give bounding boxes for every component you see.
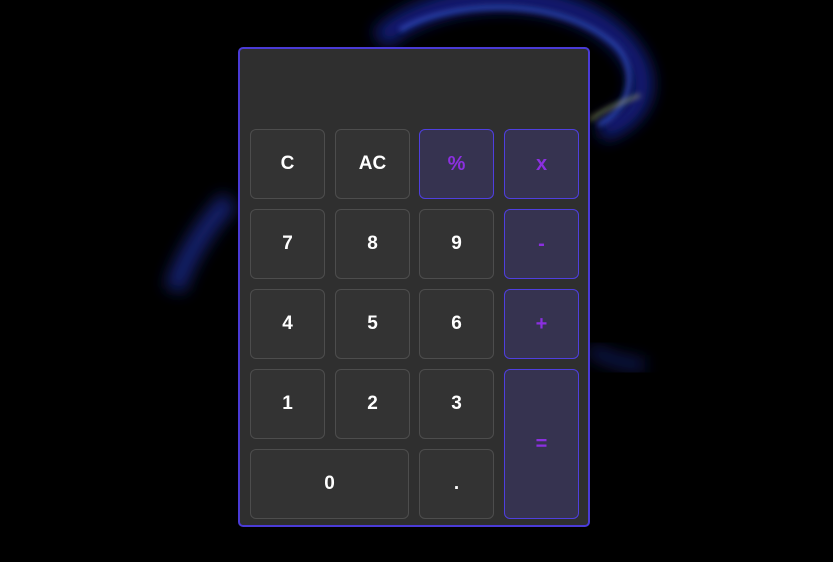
equals-button[interactable]: = — [504, 369, 579, 519]
eight-button[interactable]: 8 — [335, 209, 410, 279]
four-button[interactable]: 4 — [250, 289, 325, 359]
seven-button[interactable]: 7 — [250, 209, 325, 279]
zero-button[interactable]: 0 — [250, 449, 409, 519]
percent-button[interactable]: % — [419, 129, 494, 199]
six-button[interactable]: 6 — [419, 289, 494, 359]
five-button[interactable]: 5 — [335, 289, 410, 359]
display — [250, 57, 578, 127]
one-button[interactable]: 1 — [250, 369, 325, 439]
multiply-button[interactable]: x — [504, 129, 579, 199]
clear-button[interactable]: C — [250, 129, 325, 199]
three-button[interactable]: 3 — [419, 369, 494, 439]
calculator: C AC % x 7 8 9 - 4 5 6 + 1 2 3 = 0 . — [238, 47, 590, 527]
all-clear-button[interactable]: AC — [335, 129, 410, 199]
nine-button[interactable]: 9 — [419, 209, 494, 279]
two-button[interactable]: 2 — [335, 369, 410, 439]
decimal-button[interactable]: . — [419, 449, 494, 519]
plus-button[interactable]: + — [504, 289, 579, 359]
minus-button[interactable]: - — [504, 209, 579, 279]
